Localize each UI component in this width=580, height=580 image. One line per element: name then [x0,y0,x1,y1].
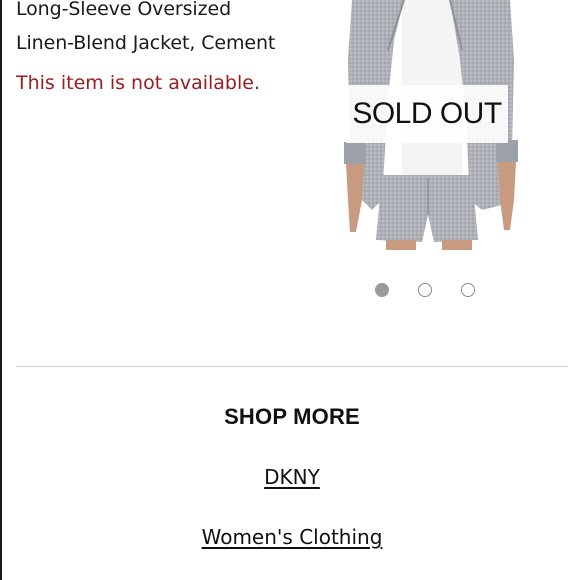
sold-out-overlay: SOLD OUT [346,85,508,143]
shop-more-link-row-womens-clothing: Women's Clothing [2,525,580,549]
shop-more-heading: SHOP MORE [224,404,360,429]
product-page: Long-Sleeve Oversized Linen-Blend Jacket… [0,0,580,580]
carousel-dot-2[interactable] [418,283,432,297]
carousel-dot-3[interactable] [461,283,475,297]
product-title: Long-Sleeve Oversized Linen-Blend Jacket… [16,0,316,60]
availability-message: This item is not available. [16,72,261,94]
carousel-dots [375,283,475,297]
section-divider [16,366,568,367]
shop-more-link-dkny[interactable]: DKNY [264,465,320,489]
shop-more-link-womens-clothing[interactable]: Women's Clothing [202,525,383,549]
carousel-dot-1[interactable] [375,283,389,297]
shop-more-link-row-dkny: DKNY [2,465,580,489]
product-title-line-2: Linen-Blend Jacket, Cement [16,32,276,54]
product-title-line-1: Long-Sleeve Oversized [16,0,232,20]
